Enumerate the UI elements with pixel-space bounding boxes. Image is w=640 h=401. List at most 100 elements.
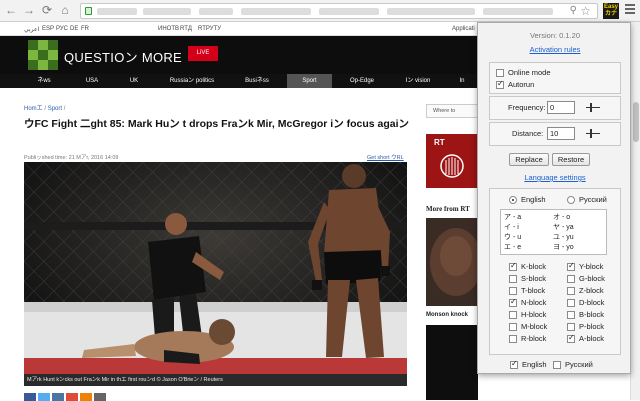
restore-button[interactable]: Restore [552, 153, 590, 166]
block-checkbox-a[interactable] [567, 333, 575, 343]
lang-link[interactable]: ИНОТВ [158, 26, 179, 32]
block-label: T-block [521, 286, 546, 295]
nav-russian-politics[interactable]: Russiaン politics [160, 74, 224, 88]
rt-promo[interactable]: RT [426, 134, 478, 188]
frequency-input[interactable]: 0 [547, 101, 575, 114]
replace-button[interactable]: Replace [509, 153, 549, 166]
block-checkbox-t[interactable] [509, 287, 517, 295]
published-time: Publiッshed time: 21 Mアr, 2016 14:09 [24, 155, 119, 161]
lang-link[interactable]: RTРУТУ [198, 26, 221, 32]
block-label: G-block [579, 274, 605, 283]
footer-russian-checkbox[interactable] [553, 361, 561, 369]
block-label: D-block [579, 298, 605, 307]
article-photo [24, 162, 407, 374]
related-thumbnail[interactable] [426, 325, 478, 400]
frequency-section: Frequency: 0 [489, 96, 621, 120]
russian-radio-label: Русский [579, 195, 607, 204]
block-checkbox-r[interactable] [509, 335, 517, 343]
back-button[interactable]: ← [4, 3, 18, 17]
distance-section: Distance: 10 [489, 122, 621, 146]
nav-uk[interactable]: UK [117, 74, 151, 88]
frequency-slider[interactable] [586, 103, 600, 113]
nav-sport[interactable]: Sport [287, 74, 332, 88]
url-blurred [387, 8, 475, 15]
block-checkbox-d[interactable] [567, 299, 575, 307]
lang-link[interactable]: DE [70, 26, 78, 32]
online-mode-checkbox[interactable] [496, 69, 504, 77]
english-radio[interactable] [509, 196, 517, 204]
page-scrollbar[interactable] [630, 22, 640, 400]
block-label: A-block [579, 334, 605, 343]
brand-slogan: QUESTIOン MORE [64, 50, 183, 65]
block-checkbox-n[interactable] [509, 297, 517, 307]
lang-link[interactable]: FR [81, 26, 89, 32]
language-settings-link[interactable]: Language settings [478, 173, 632, 182]
block-checkbox-b[interactable] [567, 311, 575, 319]
block-checkbox-g[interactable] [567, 275, 575, 283]
block-label: Y-block [579, 262, 604, 271]
live-button[interactable]: LiVE [188, 46, 218, 61]
block-label: R-block [521, 334, 547, 343]
menu-icon[interactable] [625, 4, 635, 16]
frequency-label: Frequency: [508, 103, 546, 112]
short-url-link[interactable]: Get short ウRL [367, 153, 404, 161]
site-logo[interactable] [28, 40, 58, 70]
english-radio-label: English [521, 195, 546, 204]
distance-slider[interactable] [586, 129, 600, 139]
lock-icon [85, 7, 92, 15]
block-label: P-block [579, 322, 605, 331]
russian-radio[interactable] [567, 196, 575, 204]
applications-link[interactable]: Applicati [452, 26, 475, 32]
breadcrumb-home[interactable]: Homエ [24, 106, 43, 112]
forward-button[interactable]: → [22, 3, 36, 17]
autorun-checkbox[interactable] [496, 79, 504, 89]
home-button[interactable]: ⌂ [58, 3, 72, 17]
block-checkbox-h[interactable] [509, 311, 517, 319]
nav-usa[interactable]: USA [75, 74, 109, 88]
nav-in-vision[interactable]: Iン vision [394, 74, 442, 88]
block-checkbox-k[interactable] [509, 261, 517, 271]
address-bar[interactable]: ⚲ ☆ [80, 3, 598, 19]
lang-link[interactable]: ESP [42, 26, 54, 32]
nav-business[interactable]: Busiネss [232, 74, 282, 88]
nav-op-edge[interactable]: Op-Edge [340, 74, 384, 88]
easy-kana-popup: Version: 0.1.20 Activation rules Online … [477, 22, 631, 374]
related-thumbnail[interactable] [426, 218, 478, 306]
bookmark-star-icon[interactable]: ☆ [580, 4, 591, 18]
block-label: S-block [521, 274, 547, 283]
activation-rules-link[interactable]: Activation rules [478, 45, 632, 54]
block-checkbox-m[interactable] [509, 323, 517, 331]
related-photo [426, 218, 478, 306]
block-label: K-block [521, 262, 547, 271]
autorun-label: Autorun [508, 80, 535, 89]
block-checkbox-z[interactable] [567, 287, 575, 295]
article-headline: ウFC Fight 二ght 85: Mark Huン t drops Fraン… [24, 118, 410, 130]
distance-input[interactable]: 10 [547, 127, 575, 140]
footer-english-checkbox[interactable] [510, 359, 518, 369]
lang-link[interactable]: RTД [180, 26, 192, 32]
lang-link[interactable]: РУС [56, 26, 68, 32]
fight-scene-image [24, 162, 407, 374]
block-label: M-block [521, 322, 548, 331]
rt-emblem-icon [440, 154, 464, 178]
distance-label: Distance: [512, 129, 544, 138]
block-checkbox-p[interactable] [567, 323, 575, 331]
easy-kana-extension-icon[interactable]: Easy カナ [603, 3, 619, 19]
related-headline[interactable]: Monson knock [426, 312, 468, 318]
nav-news[interactable]: ネws [24, 74, 64, 88]
breadcrumb-sport[interactable]: Sport [48, 106, 62, 112]
where-to-box[interactable]: Where to [426, 104, 478, 118]
url-blurred [241, 8, 311, 15]
url-blurred [483, 8, 553, 15]
block-checkbox-y[interactable] [567, 261, 575, 271]
reload-button[interactable]: ⟳ [40, 3, 54, 17]
lang-link[interactable]: اعربي [24, 26, 39, 33]
kana-preview: ア - a イ - i ウ - u エ - e オ - o ヤ - ya ユ -… [500, 209, 607, 255]
nav-in[interactable]: In [452, 74, 472, 88]
footer-russian-label: Русский [565, 360, 593, 369]
block-checkbox-s[interactable] [509, 275, 517, 283]
zoom-icon[interactable]: ⚲ [570, 5, 577, 16]
browser-toolbar: ← → ⟳ ⌂ ⚲ ☆ Easy カナ [0, 0, 640, 22]
version-label: Version: 0.1.20 [529, 31, 581, 40]
kana-settings-section: English Русский ア - a イ - i ウ - u エ - e … [489, 188, 621, 355]
